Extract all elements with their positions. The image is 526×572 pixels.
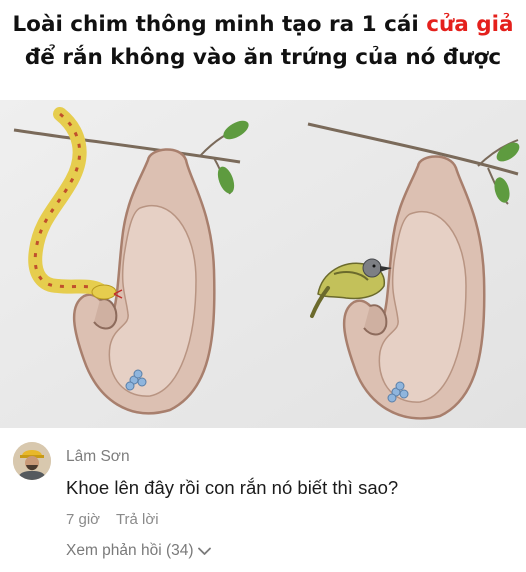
reply-button[interactable]: Trả lời: [116, 511, 159, 528]
caption-title: Loài chim thông minh tạo ra 1 cái cửa gi…: [0, 8, 526, 74]
comment-author[interactable]: Lâm Sơn: [66, 448, 130, 466]
illustration-drawing: [0, 100, 526, 428]
comment-text: Khoe lên đây rồi con rắn nó biết thì sao…: [66, 477, 399, 498]
comment-time: 7 giờ: [66, 511, 101, 528]
avatar-icon: [13, 442, 51, 480]
nest-illustration: [0, 100, 526, 428]
comment-meta: 7 giờ Trả lời: [66, 511, 171, 528]
view-replies-button[interactable]: Xem phản hồi (34): [66, 542, 211, 560]
avatar[interactable]: [13, 442, 51, 480]
comment-section: Lâm Sơn Khoe lên đây rồi con rắn nó biết…: [0, 428, 526, 572]
caption-highlight: cửa giả: [426, 12, 514, 37]
chevron-down-icon: [197, 547, 211, 555]
caption-line-1-text: Loài chim thông minh tạo ra 1 cái: [12, 12, 427, 37]
caption-line-1: Loài chim thông minh tạo ra 1 cái cửa gi…: [0, 8, 526, 41]
view-replies-label: Xem phản hồi (34): [66, 542, 194, 559]
caption-line-2: để rắn không vào ăn trứng của nó được: [24, 45, 502, 70]
